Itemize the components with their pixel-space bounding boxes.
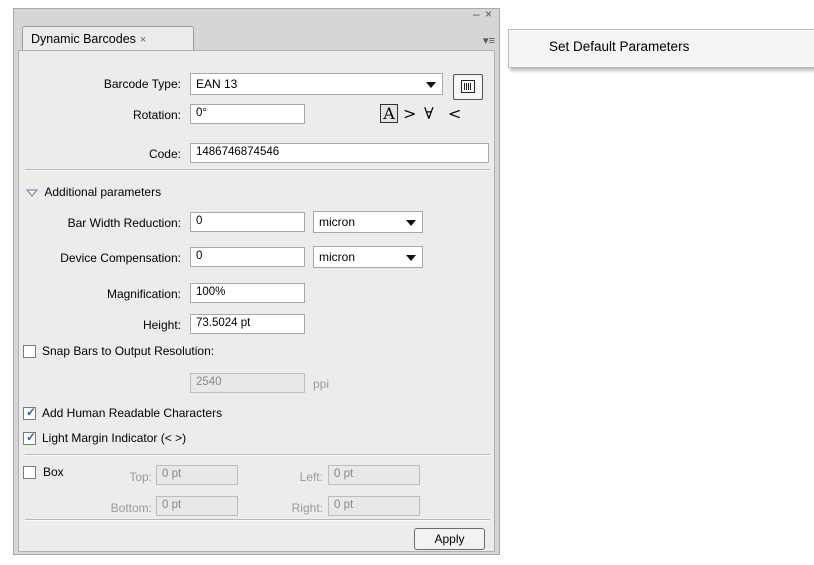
- device-compensation-unit-select[interactable]: micron: [313, 246, 423, 268]
- window-controls[interactable]: – ×: [473, 7, 493, 21]
- box-left-input[interactable]: 0 pt: [328, 465, 420, 485]
- barcode-type-value: EAN 13: [196, 77, 238, 91]
- barcode-preview-button[interactable]: [453, 74, 483, 100]
- barcode-icon: [461, 80, 475, 93]
- panel-body: Barcode Type: EAN 13 Rotation: 0° A > ∀ …: [18, 50, 495, 552]
- rotation-180-icon[interactable]: ∀: [424, 104, 434, 123]
- tab-close-icon[interactable]: ×: [140, 34, 146, 46]
- human-readable-checkbox[interactable]: ✓: [23, 405, 37, 420]
- menu-item-set-default-parameters[interactable]: Set Default Parameters: [549, 39, 689, 54]
- bar-width-unit-select[interactable]: micron: [313, 211, 423, 233]
- code-label: Code:: [148, 147, 181, 161]
- additional-parameters-header: Additional parameters: [44, 185, 162, 199]
- box-left-label: Left:: [299, 470, 323, 484]
- box-checkbox[interactable]: [23, 466, 36, 479]
- barcode-type-select[interactable]: EAN 13: [190, 73, 443, 95]
- checkmark-icon: ✓: [26, 405, 37, 419]
- divider: [25, 454, 490, 456]
- panel-menu-icon[interactable]: ▾≡: [483, 34, 495, 47]
- human-readable-label: Add Human Readable Characters: [42, 406, 223, 420]
- tab-dynamic-barcodes[interactable]: Dynamic Barcodes ×: [22, 26, 194, 51]
- box-top-input[interactable]: 0 pt: [156, 465, 238, 485]
- bar-width-unit-value: micron: [319, 215, 356, 229]
- checkmark-icon: ✓: [26, 430, 37, 444]
- dynamic-barcodes-panel: – × Dynamic Barcodes × ▾≡ Barcode Type: E…: [13, 7, 500, 555]
- additional-toggle[interactable]: Additional parameters: [25, 185, 162, 199]
- flyout-menu: Set Default Parameters: [508, 29, 814, 68]
- code-input[interactable]: 1486746874546: [190, 143, 489, 163]
- height-label: Height:: [142, 318, 181, 332]
- box-right-label: Right:: [291, 501, 323, 515]
- resolution-input[interactable]: 2540: [190, 373, 305, 393]
- light-margin-checkbox[interactable]: ✓: [23, 430, 37, 445]
- rotation-input[interactable]: 0°: [190, 104, 305, 124]
- divider: [25, 519, 490, 521]
- bar-width-reduction-label: Bar Width Reduction:: [67, 216, 181, 230]
- divider: [25, 169, 490, 171]
- device-compensation-label: Device Compensation:: [60, 251, 181, 265]
- magnification-label: Magnification:: [106, 287, 181, 301]
- disclosure-triangle-icon: [25, 189, 39, 197]
- chevron-down-icon: [406, 255, 416, 261]
- device-compensation-input[interactable]: 0: [190, 247, 305, 267]
- box-label: Box: [43, 465, 64, 479]
- rotation-label: Rotation:: [132, 108, 181, 122]
- box-bottom-input[interactable]: 0 pt: [156, 496, 238, 516]
- rotation-90-icon[interactable]: >: [403, 104, 416, 123]
- light-margin-label: Light Margin Indicator (< >): [42, 431, 187, 445]
- device-compensation-unit-value: micron: [319, 250, 356, 264]
- rotation-270-icon[interactable]: <: [448, 104, 461, 123]
- magnification-input[interactable]: 100%: [190, 283, 305, 303]
- ppi-unit-label: ppi: [313, 377, 330, 391]
- rotation-0-icon[interactable]: A: [380, 104, 398, 123]
- chevron-down-icon: [426, 82, 436, 88]
- apply-button[interactable]: Apply: [414, 528, 485, 550]
- box-right-input[interactable]: 0 pt: [328, 496, 420, 516]
- height-input[interactable]: 73.5024 pt: [190, 314, 305, 334]
- bar-width-reduction-input[interactable]: 0: [190, 212, 305, 232]
- box-bottom-label: Bottom:: [110, 501, 152, 515]
- box-top-label: Top:: [129, 470, 152, 484]
- tab-title: Dynamic Barcodes: [31, 32, 136, 46]
- snap-bars-checkbox[interactable]: [23, 345, 36, 358]
- barcode-type-label: Barcode Type:: [103, 77, 181, 91]
- snap-bars-label: Snap Bars to Output Resolution:: [42, 344, 215, 358]
- chevron-down-icon: [406, 220, 416, 226]
